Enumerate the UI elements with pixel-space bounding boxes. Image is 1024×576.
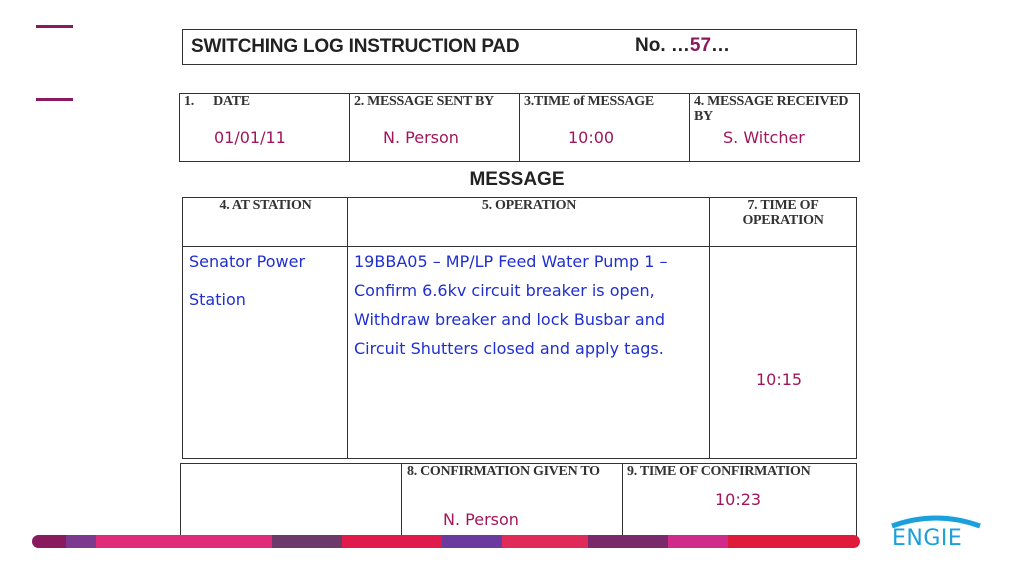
form-title: SWITCHING LOG INSTRUCTION PAD bbox=[191, 36, 520, 57]
message-table: 4. AT STATION 5. OPERATION 7. TIME OF OP… bbox=[182, 197, 857, 459]
confirmation-time-label: 9. TIME OF CONFIRMATION bbox=[627, 464, 811, 479]
form-number-suffix: … bbox=[711, 35, 731, 56]
message-heading: MESSAGE bbox=[469, 169, 565, 190]
date-cell: 1. DATE 01/01/11 bbox=[180, 94, 350, 161]
decorative-color-bar bbox=[32, 535, 860, 548]
time-of-message-cell: 3.TIME of MESSAGE 10:00 bbox=[520, 94, 690, 161]
station-column bbox=[183, 198, 348, 458]
accent-line-middle bbox=[36, 98, 73, 101]
header-table: 1. DATE 01/01/11 2. MESSAGE SENT BY N. P… bbox=[179, 93, 860, 162]
confirmation-given-value: N. Person bbox=[443, 510, 519, 529]
station-line: Senator Power bbox=[189, 252, 306, 271]
operation-line: Circuit Shutters closed and apply tags. bbox=[354, 339, 664, 358]
message-header-divider bbox=[183, 246, 856, 247]
form-number-value: 57 bbox=[689, 35, 712, 56]
engie-logo-text: ENGIE bbox=[892, 526, 963, 551]
time-of-operation-value: 10:15 bbox=[756, 370, 803, 389]
sent-by-label: 2. MESSAGE SENT BY bbox=[354, 94, 494, 109]
received-by-cell: 4. MESSAGE RECEIVED BY S. Witcher bbox=[690, 94, 859, 161]
title-box: SWITCHING LOG INSTRUCTION PAD No. …57… bbox=[182, 29, 857, 65]
operation-label: 5. OPERATION bbox=[481, 198, 577, 213]
station-label: 4. AT STATION bbox=[219, 198, 312, 213]
date-value: 01/01/11 bbox=[214, 128, 286, 147]
sent-by-cell: 2. MESSAGE SENT BY N. Person bbox=[350, 94, 520, 161]
confirmation-time-value: 10:23 bbox=[715, 490, 762, 509]
received-by-value: S. Witcher bbox=[723, 128, 805, 147]
time-of-message-label: 3.TIME of MESSAGE bbox=[524, 94, 654, 109]
sent-by-value: N. Person bbox=[383, 128, 459, 147]
station-line: Station bbox=[189, 290, 246, 309]
operation-line: Withdraw breaker and lock Busbar and bbox=[354, 310, 666, 329]
form-number: No. …57… bbox=[635, 35, 730, 57]
confirmation-table: 8. CONFIRMATION GIVEN TO N. Person 9. TI… bbox=[180, 463, 857, 543]
confirmation-given-label: 8. CONFIRMATION GIVEN TO bbox=[407, 464, 600, 479]
confirmation-blank-column bbox=[181, 464, 402, 542]
time-of-message-value: 10:00 bbox=[568, 128, 615, 147]
received-by-label: 4. MESSAGE RECEIVED BY bbox=[694, 94, 849, 124]
time-of-operation-label: 7. TIME OF OPERATION bbox=[742, 198, 824, 228]
operation-line: Confirm 6.6kv circuit breaker is open, bbox=[354, 281, 655, 300]
form-number-label: No. … bbox=[635, 35, 690, 56]
accent-line-top bbox=[36, 25, 73, 28]
date-label: 1. DATE bbox=[184, 94, 250, 109]
operation-line: 19BBA05 – MP/LP Feed Water Pump 1 – bbox=[354, 252, 668, 271]
